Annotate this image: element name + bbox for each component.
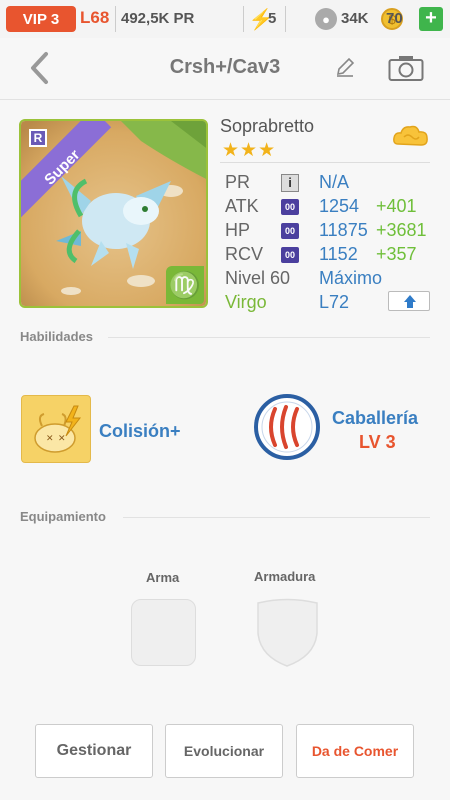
info-icon[interactable]: i	[281, 174, 299, 192]
rcv-plus-chip: 00	[281, 247, 299, 263]
page-header: Crsh+/Cav3	[0, 38, 450, 100]
skills-section-title: Habilidades	[20, 329, 93, 344]
manage-button[interactable]: Gestionar	[35, 724, 153, 778]
stat-bonus-hp: +3681	[376, 220, 427, 240]
hp-plus-chip: 00	[281, 223, 299, 239]
monster-name: Soprabretto	[220, 116, 315, 136]
stat-label-sign: Virgo	[225, 292, 267, 312]
armor-slot[interactable]	[255, 598, 320, 668]
stat-value-sign: L72	[319, 292, 350, 312]
monster-portrait[interactable]: R Super ♍	[19, 119, 208, 308]
weapon-slot[interactable]	[131, 599, 196, 666]
svg-text:✕: ✕	[58, 434, 66, 444]
stat-label-level: Nivel 60	[225, 268, 291, 288]
stat-label-pr: PR	[225, 172, 251, 192]
element-cloud-icon	[393, 125, 428, 146]
skill-collision-name[interactable]: Colisión+	[99, 421, 181, 442]
name-divider	[220, 162, 430, 163]
star-rating: ★★★	[222, 140, 277, 161]
food-value: 34K	[341, 10, 369, 27]
skill-cavalry-icon[interactable]	[253, 393, 321, 461]
zodiac-icon: ♍	[166, 266, 204, 304]
status-divider	[285, 6, 286, 32]
camera-icon[interactable]	[388, 54, 424, 82]
player-power: 492,5K PR	[121, 10, 195, 27]
weapon-label: Arma	[146, 570, 180, 585]
status-bar: VIP 3 L68 492,5K PR ⚡ 5 ● 34K $ 70 +	[0, 0, 450, 38]
stat-value-pr: N/A	[319, 172, 350, 192]
stat-value-atk: 1254	[319, 196, 360, 216]
stat-label-hp: HP	[225, 220, 251, 240]
feed-button[interactable]: Da de Comer	[296, 724, 414, 778]
edit-pencil-icon[interactable]	[334, 56, 356, 78]
svg-text:✕: ✕	[46, 434, 54, 444]
atk-plus-chip: 00	[281, 199, 299, 215]
evolve-button[interactable]: Evolucionar	[165, 724, 283, 778]
food-icon: ●	[315, 8, 337, 30]
stat-label-atk: ATK	[225, 196, 259, 216]
coin-value: 70	[386, 10, 403, 27]
stat-value-hp: 11875	[319, 220, 368, 240]
page-title: Crsh+/Cav3	[169, 56, 281, 78]
rank-badge: R	[29, 129, 47, 147]
energy-value: 5	[268, 10, 277, 27]
equipment-section-title: Equipamiento	[20, 509, 106, 524]
stat-label-rcv: RCV	[225, 244, 264, 264]
stat-bonus-atk: +401	[376, 196, 417, 216]
section-divider	[123, 517, 430, 518]
vip-badge[interactable]: VIP 3	[6, 6, 76, 32]
player-level: L68	[80, 8, 110, 27]
stat-bonus-rcv: +357	[376, 244, 417, 264]
skill-cavalry-name[interactable]: Caballería	[332, 408, 418, 429]
stat-value-level: Máximo	[319, 268, 383, 288]
skill-cavalry-level: LV 3	[359, 432, 396, 452]
skill-collision-icon[interactable]: ✕ ✕	[21, 395, 91, 463]
status-divider	[115, 6, 116, 32]
status-divider	[243, 6, 244, 32]
upgrade-arrow-button[interactable]	[388, 291, 430, 311]
section-divider	[108, 337, 430, 338]
add-currency-button[interactable]: +	[419, 7, 443, 31]
armor-label: Armadura	[254, 569, 316, 584]
stat-value-rcv: 1152	[319, 244, 358, 264]
